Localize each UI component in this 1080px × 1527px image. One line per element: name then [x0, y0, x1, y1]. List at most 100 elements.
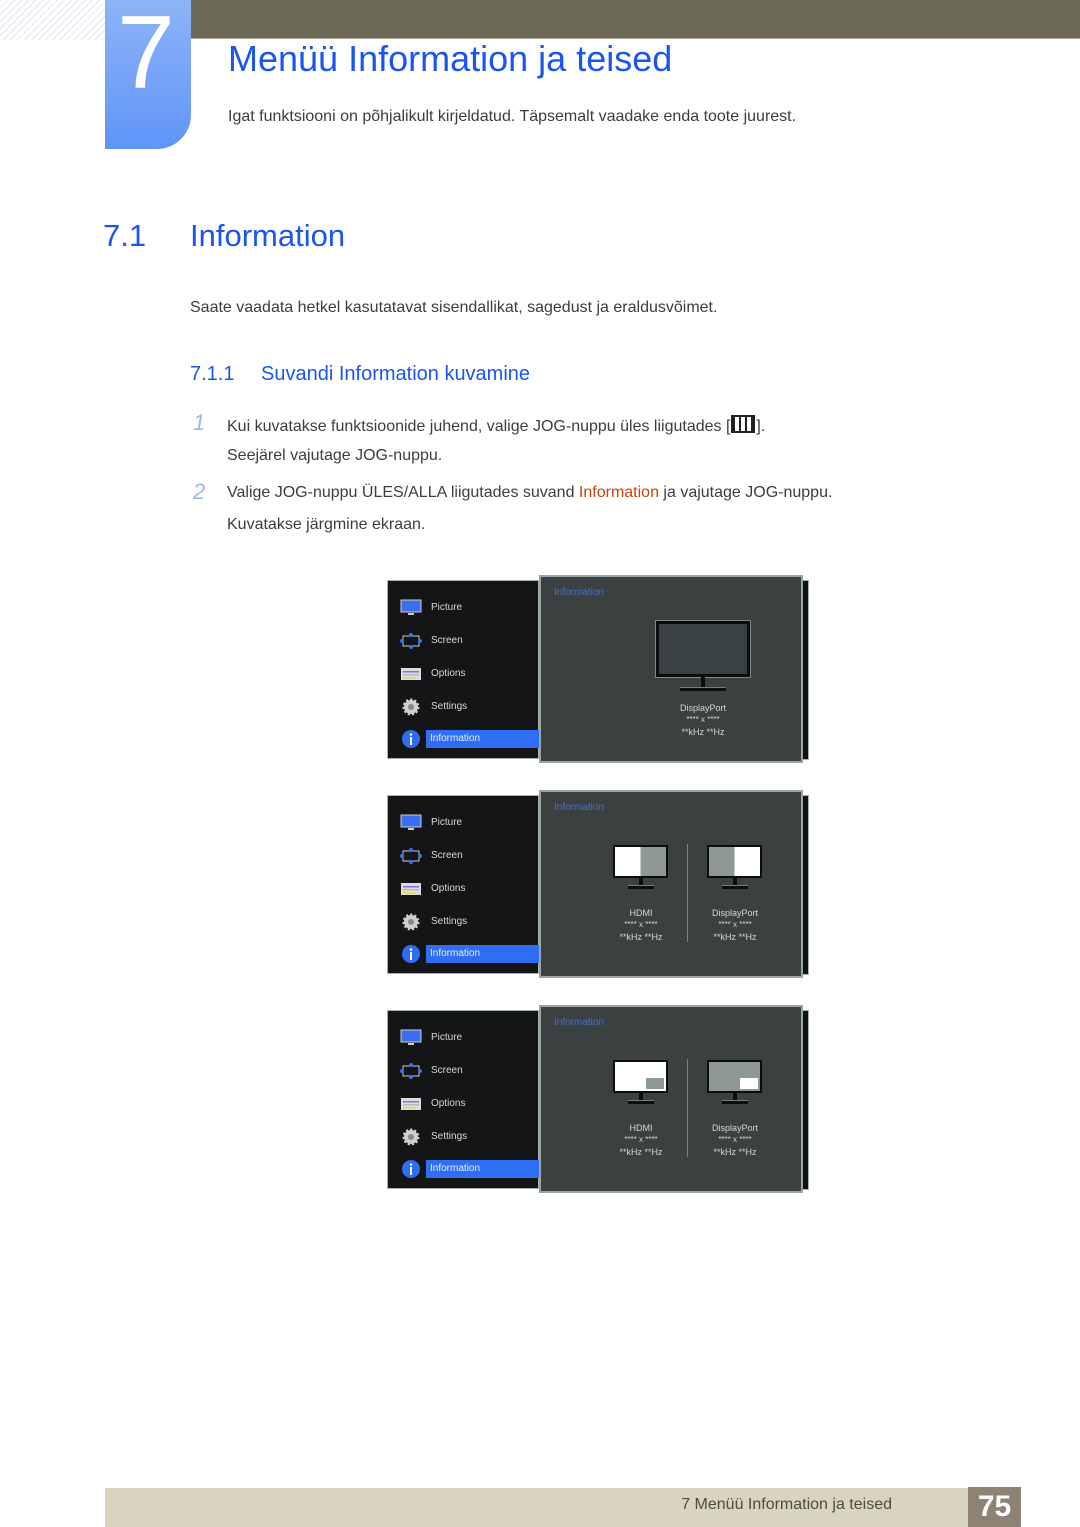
decorative-hatch — [0, 0, 105, 40]
osd-menu-item-settings[interactable]: Settings — [398, 912, 540, 932]
osd-menu: Picture Screen Options Settings Informat… — [387, 795, 551, 974]
step-1-line-2: Seejärel vajutage JOG-nuppu. — [227, 447, 443, 464]
osd-menu-item-information[interactable]: Information — [398, 1159, 551, 1179]
osd-menu-item-information[interactable]: Information — [398, 729, 551, 749]
information-icon — [402, 945, 420, 963]
step-1-line-1: Kui kuvatakse funktsioonide juhend, vali… — [227, 415, 765, 436]
options-icon — [401, 1098, 421, 1110]
header-bar — [190, 0, 1080, 39]
information-icon — [402, 730, 420, 748]
highlight-information: Information — [578, 484, 659, 501]
osd-menu-item-settings[interactable]: Settings — [398, 697, 540, 717]
picture-icon — [400, 814, 422, 830]
source-resolution: **** x **** — [686, 715, 720, 724]
osd-info-panel: Information HDMI **** x **** **kHz **Hz Dis… — [539, 790, 803, 978]
osd-menu-item-screen[interactable]: Screen — [398, 1061, 540, 1081]
divider — [687, 1059, 688, 1157]
source-frequency: **kHz **Hz — [713, 1147, 757, 1157]
osd-menu-item-options[interactable]: Options — [398, 879, 540, 899]
menu-label: Information — [430, 1163, 481, 1174]
osd-menu-item-screen[interactable]: Screen — [398, 631, 540, 651]
step-text: Valige JOG-nuppu ÜLES/ALLA liigutades su… — [227, 484, 579, 501]
osd-screenshot-3: Picture Screen Options Settings Informat… — [387, 1005, 810, 1193]
chapter-title: Menüü Information ja teised — [228, 38, 673, 79]
footer-bar: 7 Menüü Information ja teised — [105, 1488, 1020, 1527]
step-number: 2 — [193, 479, 206, 504]
panel-title: Information — [554, 587, 605, 598]
menu-label: Settings — [431, 1131, 468, 1142]
source-resolution: **** x **** — [624, 920, 658, 929]
panel-title: Information — [554, 802, 605, 813]
section-number: 7.1 — [103, 218, 147, 253]
panel-title: Information — [554, 1017, 605, 1028]
step-text: Kui kuvatakse funktsioonide juhend, vali… — [227, 418, 731, 435]
osd-menu: Picture Screen Options Settings Informat… — [387, 580, 551, 759]
step-2-line-1: Valige JOG-nuppu ÜLES/ALLA liigutades su… — [227, 484, 832, 502]
source-resolution: **** x **** — [624, 1135, 658, 1144]
footer-chapter-title: 7 Menüü Information ja teised — [681, 1496, 892, 1513]
menu-label: Options — [431, 883, 466, 894]
source-name: HDMI — [629, 1123, 653, 1133]
source-label: DisplayPort **** x **** **kHz **Hz — [690, 907, 780, 943]
settings-icon — [402, 698, 420, 716]
osd-menu-item-information[interactable]: Information — [398, 944, 551, 964]
divider — [687, 844, 688, 942]
settings-icon — [402, 1128, 420, 1146]
source-name: DisplayPort — [711, 1123, 758, 1133]
source-label: DisplayPort **** x **** **kHz **Hz — [658, 702, 748, 738]
options-icon — [401, 883, 421, 895]
subsection-number: 7.1.1 — [190, 363, 235, 385]
step-number: 1 — [193, 410, 206, 435]
settings-icon — [402, 913, 420, 931]
menu-label: Screen — [431, 850, 463, 861]
information-icon — [402, 1160, 420, 1178]
source-resolution: **** x **** — [718, 920, 752, 929]
osd-menu-item-options[interactable]: Options — [398, 1094, 540, 1114]
osd-screenshot-1: Picture Screen Options Settings Informat… — [387, 575, 810, 763]
source-name: HDMI — [629, 908, 653, 918]
source-label: DisplayPort **** x **** **kHz **Hz — [690, 1122, 780, 1158]
osd-menu-item-picture[interactable]: Picture — [398, 813, 540, 833]
osd-menu-item-screen[interactable]: Screen — [398, 846, 540, 866]
osd-info-panel: Information DisplayPort **** x **** **kHz … — [539, 575, 803, 763]
source-label: HDMI **** x **** **kHz **Hz — [596, 907, 686, 943]
chapter-intro: Igat funktsiooni on põhjalikult kirjelda… — [228, 108, 797, 125]
menu-label: Picture — [431, 1032, 463, 1043]
osd-screenshot-2: Picture Screen Options Settings Informat… — [387, 790, 810, 978]
jog-menu-icon — [731, 415, 756, 433]
page-number: 75 — [968, 1487, 1021, 1527]
menu-label: Settings — [431, 916, 468, 927]
chapter-number: 7 — [117, 0, 175, 111]
section-title: Information — [190, 218, 346, 253]
menu-label: Settings — [431, 701, 468, 712]
options-icon — [401, 668, 421, 680]
menu-label: Information — [430, 948, 481, 959]
source-name: DisplayPort — [679, 703, 726, 713]
menu-label: Screen — [431, 1065, 463, 1076]
menu-label: Screen — [431, 635, 463, 646]
source-frequency: **kHz **Hz — [619, 932, 663, 942]
menu-label: Options — [431, 668, 466, 679]
osd-menu-item-settings[interactable]: Settings — [398, 1127, 540, 1147]
source-frequency: **kHz **Hz — [681, 727, 725, 737]
source-frequency: **kHz **Hz — [619, 1147, 663, 1157]
screen-icon — [400, 848, 422, 864]
subsection-title: Suvandi Information kuvamine — [261, 363, 531, 385]
source-label: HDMI **** x **** **kHz **Hz — [596, 1122, 686, 1158]
menu-label: Picture — [431, 602, 463, 613]
osd-menu: Picture Screen Options Settings Informat… — [387, 1010, 551, 1189]
osd-info-panel: Information HDMI **** x **** **kHz **Hz Dis… — [539, 1005, 803, 1193]
osd-menu-item-options[interactable]: Options — [398, 664, 540, 684]
chapter-badge: 7 — [105, 0, 191, 149]
menu-label: Options — [431, 1098, 466, 1109]
picture-icon — [400, 599, 422, 615]
step-2-line-2: Kuvatakse järgmine ekraan. — [227, 516, 426, 533]
source-name: DisplayPort — [711, 908, 758, 918]
step-text: ja vajutage JOG-nuppu. — [658, 484, 833, 501]
section-text: Saate vaadata hetkel kasutatavat sisenda… — [190, 299, 718, 316]
menu-label: Information — [430, 733, 481, 744]
osd-menu-item-picture[interactable]: Picture — [398, 598, 540, 618]
screen-icon — [400, 633, 422, 649]
osd-menu-item-picture[interactable]: Picture — [398, 1028, 540, 1048]
source-frequency: **kHz **Hz — [713, 932, 757, 942]
